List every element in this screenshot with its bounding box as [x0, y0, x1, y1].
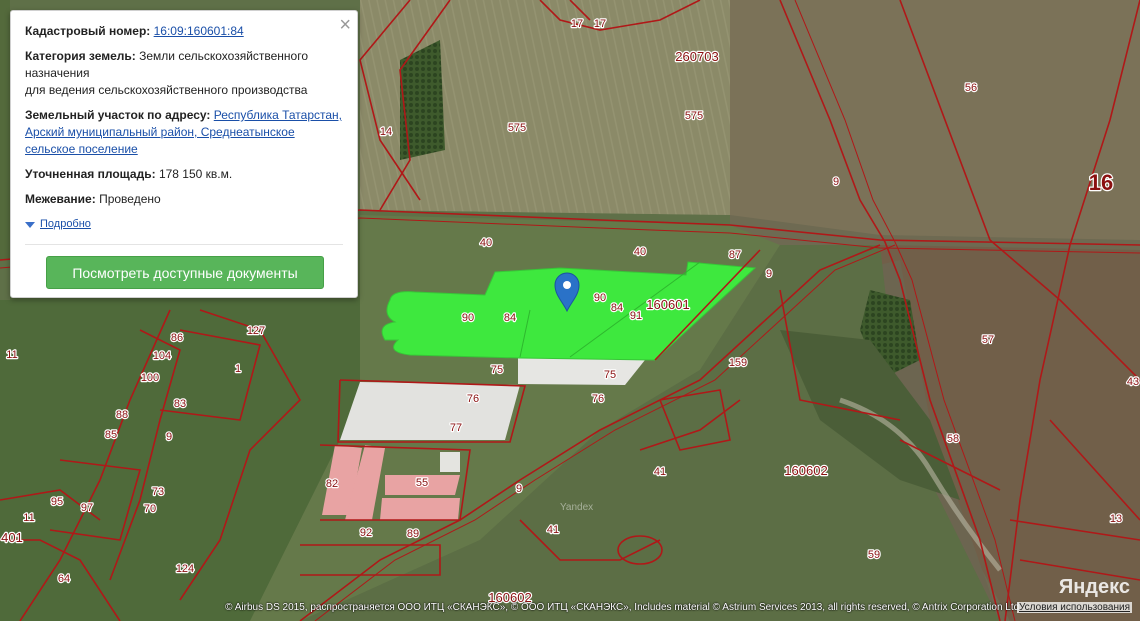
parcel-number-label: 14	[380, 126, 392, 138]
parcel-number-label: 90	[462, 312, 474, 324]
parcel-number-label: 75	[491, 364, 503, 376]
parcel-number-label: 84	[611, 302, 623, 314]
parcel-info-card: × Кадастровый номер: 16:09:160601:84 Кат…	[10, 10, 358, 298]
parcel-number-label: 84	[504, 312, 516, 324]
parcel-number-label: 124	[176, 563, 194, 575]
parcel-number-label: 127	[247, 325, 265, 337]
parcel-number-label: 575	[508, 122, 526, 134]
parcel-number-label: 85	[105, 429, 117, 441]
parcel-number-label: 59	[868, 549, 880, 561]
address-row: Земельный участок по адресу: Республика …	[25, 107, 343, 158]
parcel-number-label: 41	[654, 466, 666, 478]
quarter-number-label: 260703	[675, 49, 718, 64]
parcel-number-label: 56	[965, 82, 977, 94]
parcel-number-label: 86	[171, 332, 183, 344]
parcel-number-label: 97	[81, 502, 93, 514]
parcel-number-label: 100	[141, 372, 159, 384]
parcel-number-label: 55	[416, 477, 428, 489]
area-row: Уточненная площадь: 178 150 кв.м.	[25, 166, 343, 183]
parcel-number-label: 104	[153, 350, 171, 362]
parcel-number-label: 41	[547, 524, 559, 536]
parcel-number-label: 57	[982, 334, 994, 346]
parcel-number-label: 95	[51, 496, 63, 508]
close-icon[interactable]: ×	[339, 14, 351, 36]
parcel-number-label: 88	[116, 409, 128, 421]
copyright-text: © Airbus DS 2015, распространяется ООО И…	[225, 602, 1022, 613]
parcel-number-label: 17	[571, 18, 583, 30]
parcel-number-label: 9	[516, 483, 522, 495]
parcel-number-label: 43	[1127, 376, 1139, 388]
quarter-number-label: 401	[1, 530, 23, 545]
cadastral-number-label: Кадастровый номер:	[25, 24, 151, 38]
survey-value: Проведено	[99, 192, 161, 206]
parcel-number-label: 13	[1110, 513, 1122, 525]
address-label: Земельный участок по адресу:	[25, 108, 211, 122]
divider	[25, 244, 343, 245]
terms-of-use-link[interactable]: Условия использования	[1017, 602, 1132, 613]
parcel-number-label: 83	[174, 398, 186, 410]
area-label: Уточненная площадь:	[25, 167, 156, 181]
parcel-number-label: 159	[729, 357, 747, 369]
parcel-number-label: 9	[833, 176, 839, 188]
parcel-number-label: 87	[729, 249, 741, 261]
view-documents-button[interactable]: Посмотреть доступные документы	[46, 256, 324, 289]
area-value: 178 150 кв.м.	[158, 167, 233, 181]
triangle-down-icon	[25, 221, 35, 228]
parcel-number-label: 40	[634, 246, 646, 258]
parcel-number-label: 575	[685, 110, 703, 122]
parcel-number-label: 82	[326, 478, 338, 490]
parcel-number-label: 89	[407, 528, 419, 540]
cadastral-number-row: Кадастровый номер: 16:09:160601:84	[25, 23, 343, 40]
land-category-row: Категория земель: Земли сельскохозяйстве…	[25, 48, 343, 99]
parcel-number-label: 17	[594, 18, 606, 30]
land-category-label: Категория земель:	[25, 49, 136, 63]
land-category-subvalue: для ведения сельскохозяйственного произв…	[25, 83, 308, 97]
quarter-number-label: 160602	[784, 463, 827, 478]
parcel-number-label: 75	[604, 369, 616, 381]
region-number-label: 16	[1089, 170, 1113, 195]
survey-row: Межевание: Проведено	[25, 191, 343, 208]
parcel-number-label: 73	[152, 486, 164, 498]
quarter-number-label: 160601	[646, 297, 689, 312]
parcel-number-label: 11	[23, 512, 34, 524]
parcel-number-label: 70	[144, 503, 156, 515]
map-watermark: Yandex	[560, 502, 593, 513]
parcel-number-label: 11	[6, 349, 17, 361]
details-link[interactable]: Подробно	[40, 216, 91, 233]
parcel-number-label: 76	[467, 393, 479, 405]
details-toggle[interactable]: Подробно	[25, 216, 343, 233]
parcel-number-label: 9	[766, 268, 772, 280]
parcel-number-label: 76	[592, 393, 604, 405]
parcel-number-label: 1	[235, 363, 241, 375]
survey-label: Межевание:	[25, 192, 96, 206]
parcel-number-label: 40	[480, 237, 492, 249]
parcel-number-label: 64	[58, 573, 70, 585]
yandex-logo: Яндекс	[1058, 576, 1130, 598]
parcel-number-label: 9	[166, 431, 172, 443]
parcel-number-label: 90	[594, 292, 606, 304]
parcel-number-label: 91	[630, 310, 642, 322]
parcel-number-label: 77	[450, 422, 462, 434]
cadastral-number-link[interactable]: 16:09:160601:84	[154, 24, 244, 38]
parcel-number-label: 58	[947, 433, 959, 445]
parcel-number-label: 92	[360, 527, 372, 539]
